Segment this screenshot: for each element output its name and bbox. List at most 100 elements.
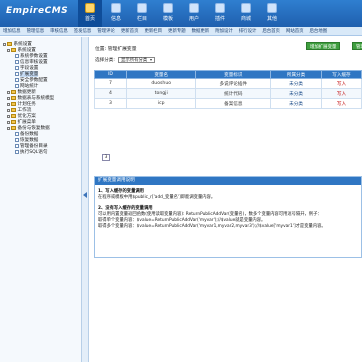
subnav-site-home[interactable]: 网站首页 bbox=[286, 28, 304, 34]
col-label: 变量标识 bbox=[195, 70, 272, 79]
nav-user[interactable]: 用户 bbox=[182, 0, 206, 27]
expand-icon[interactable] bbox=[3, 42, 6, 46]
nav-label: 用户 bbox=[188, 16, 199, 22]
folder-icon bbox=[11, 96, 16, 100]
plugin-icon bbox=[215, 3, 225, 13]
expand-icon[interactable] bbox=[7, 126, 10, 130]
manage-button[interactable]: 管理 bbox=[352, 42, 362, 50]
help-text-2c: 取得多个变量内容：$value=ReturnPublicAddVar('myva… bbox=[98, 224, 326, 229]
panel-splitter[interactable] bbox=[82, 37, 89, 362]
shop-icon bbox=[241, 3, 251, 13]
cell-label: 备案信息 bbox=[195, 98, 272, 109]
tree-item[interactable]: 执行SQL语句 bbox=[0, 149, 81, 155]
table-header-row: ID 变量名 变量标识 所属分类 写入缓存 bbox=[93, 70, 362, 79]
category-filter: 选择分类: 显示所有分类 bbox=[95, 57, 156, 63]
subnav-update-home[interactable]: 更新首页 bbox=[121, 28, 139, 34]
cell-name: duoshuo bbox=[126, 78, 197, 89]
nav-template[interactable]: 模板 bbox=[156, 0, 180, 27]
expand-icon[interactable] bbox=[7, 108, 10, 112]
folder-icon bbox=[11, 126, 16, 130]
pager-page-number[interactable]: 3 bbox=[102, 154, 110, 161]
document-icon bbox=[15, 143, 19, 149]
nav-other[interactable]: 其他 bbox=[260, 0, 284, 27]
nav-home[interactable]: 首页 bbox=[78, 0, 102, 27]
subnav-admin-map[interactable]: 后台地图 bbox=[310, 28, 328, 34]
folder-icon bbox=[11, 120, 16, 124]
variables-table: ID 变量名 变量标识 所属分类 写入缓存 7 duoshuo 多说评论插件 未… bbox=[93, 70, 362, 109]
folder-icon bbox=[11, 114, 16, 118]
column-icon bbox=[137, 3, 147, 13]
expand-icon[interactable] bbox=[7, 48, 10, 52]
document-icon bbox=[15, 59, 19, 65]
subnav-manage-comments[interactable]: 管理评论 bbox=[97, 28, 115, 34]
expand-icon[interactable] bbox=[7, 96, 10, 100]
document-icon bbox=[15, 83, 19, 89]
expand-icon[interactable] bbox=[7, 114, 10, 118]
breadcrumb: 位置: 管理扩展变量 bbox=[95, 47, 137, 52]
info-icon bbox=[111, 3, 121, 13]
cell-name: icp bbox=[126, 98, 197, 109]
cell-id: 4 bbox=[93, 88, 128, 99]
document-icon bbox=[15, 77, 19, 83]
document-icon bbox=[15, 71, 19, 77]
nav-label: 栏目 bbox=[136, 16, 147, 22]
nav-label: 商城 bbox=[240, 16, 251, 22]
cell-category: 未分类 bbox=[270, 98, 322, 109]
help-title: 扩展变量调用说明 bbox=[95, 177, 361, 185]
home-icon bbox=[85, 3, 95, 13]
nav-plugin[interactable]: 插件 bbox=[208, 0, 232, 27]
document-icon bbox=[15, 131, 19, 137]
help-text-1: 在程序或模板中用$public_r['add_变量名']即能调变量内容。 bbox=[98, 195, 216, 200]
subnav-manage-info[interactable]: 管理信息 bbox=[27, 28, 45, 34]
document-icon bbox=[15, 149, 19, 155]
cell-name: tongji bbox=[126, 88, 197, 99]
subnav-admin-home[interactable]: 后台首页 bbox=[262, 28, 280, 34]
folder-icon bbox=[11, 108, 16, 112]
folder-icon bbox=[11, 102, 16, 106]
document-icon bbox=[15, 137, 19, 143]
filter-label: 选择分类: bbox=[95, 58, 115, 63]
cell-cache-link[interactable]: 写入 bbox=[320, 88, 362, 99]
expand-icon[interactable] bbox=[7, 90, 10, 94]
nav-column[interactable]: 栏目 bbox=[130, 0, 154, 27]
add-variable-button[interactable]: 增加扩展变量 bbox=[306, 42, 341, 50]
subnav-update-column[interactable]: 更新栏目 bbox=[144, 28, 162, 34]
nav-info[interactable]: 信息 bbox=[104, 0, 128, 27]
subnav-extra-design[interactable]: 附加设计 bbox=[215, 28, 233, 34]
expand-icon[interactable] bbox=[7, 102, 10, 106]
nav-shop[interactable]: 商城 bbox=[234, 0, 258, 27]
cell-id: 3 bbox=[93, 98, 128, 109]
subnav-sign-info[interactable]: 签发信息 bbox=[74, 28, 92, 34]
sub-nav: 增加信息 管理信息 审核信息 签发信息 管理评论 更新首页 更新栏目 更新专题 … bbox=[0, 27, 362, 36]
main-content: 位置: 管理扩展变量 增加扩展变量 管理 选择分类: 显示所有分类 ID 变量名… bbox=[89, 37, 362, 362]
expand-icon[interactable] bbox=[7, 120, 10, 124]
cell-category: 未分类 bbox=[270, 88, 322, 99]
collapse-arrow-icon[interactable] bbox=[83, 192, 87, 198]
top-header: EmpireCMS 首页 信息 栏目 模板 用户 插件 商城 其他 bbox=[0, 0, 362, 27]
table-row: 7 duoshuo 多说评论插件 未分类 写入 bbox=[93, 78, 362, 89]
subnav-rank-design[interactable]: 排行设计 bbox=[239, 28, 257, 34]
subnav-update-topic[interactable]: 更新专题 bbox=[168, 28, 186, 34]
cell-category: 未分类 bbox=[270, 78, 322, 89]
help-box: 扩展变量调用说明 1、写入缓存的变量调用 在程序或模板中用$public_r['… bbox=[94, 176, 362, 258]
col-cache: 写入缓存 bbox=[320, 70, 362, 79]
subnav-add-info[interactable]: 增加信息 bbox=[3, 28, 21, 34]
document-icon bbox=[15, 65, 19, 71]
subnav-review-info[interactable]: 审核信息 bbox=[50, 28, 68, 34]
subnav-data-update[interactable]: 数据更新 bbox=[192, 28, 210, 34]
user-icon bbox=[189, 3, 199, 13]
main-nav: 首页 信息 栏目 模板 用户 插件 商城 其他 bbox=[78, 0, 286, 27]
cell-cache-link[interactable]: 写入 bbox=[320, 98, 362, 109]
folder-icon bbox=[7, 42, 12, 46]
template-icon bbox=[163, 3, 173, 13]
cell-label: 统计代码 bbox=[195, 88, 272, 99]
folder-icon bbox=[11, 48, 16, 52]
table-row: 3 icp 备案信息 未分类 写入 bbox=[93, 98, 362, 109]
app-frame: EmpireCMS 首页 信息 栏目 模板 用户 插件 商城 其他 增加信息 管… bbox=[0, 0, 362, 362]
cell-id: 7 bbox=[93, 78, 128, 89]
cell-cache-link[interactable]: 写入 bbox=[320, 78, 362, 89]
tree-label: 执行SQL语句 bbox=[20, 150, 48, 155]
col-category: 所属分类 bbox=[270, 70, 322, 79]
category-select[interactable]: 显示所有分类 bbox=[117, 57, 156, 63]
nav-label: 模板 bbox=[162, 16, 173, 22]
